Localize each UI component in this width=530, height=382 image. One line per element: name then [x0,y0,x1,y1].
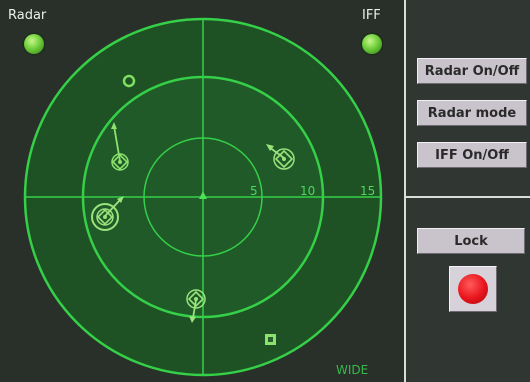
range-label-5: 5 [250,184,258,198]
panel-divider [404,0,406,382]
iff-status-led-icon [362,34,382,54]
red-circle-icon [458,274,488,304]
iff-indicator-label: IFF [362,8,381,23]
range-label-10: 10 [300,184,315,198]
controls-divider [406,196,530,198]
lock-button[interactable]: Lock [417,228,525,254]
radar-status-led-icon [24,34,44,54]
radar-onoff-button[interactable]: Radar On/Off [417,58,527,84]
iff-onoff-button[interactable]: IFF On/Off [417,142,527,168]
radar-scope: 5 10 15 WIDE [23,17,383,377]
mode-label: WIDE [336,363,368,377]
radar-mode-button[interactable]: Radar mode [417,100,527,126]
fire-button[interactable] [449,266,497,312]
range-label-15: 15 [360,184,375,198]
radar-panel: 5 10 15 WIDE Radar IFF [0,0,404,382]
contact-marker[interactable] [265,334,276,345]
radar-indicator-label: Radar [8,8,47,23]
contact-marker[interactable] [122,74,136,88]
